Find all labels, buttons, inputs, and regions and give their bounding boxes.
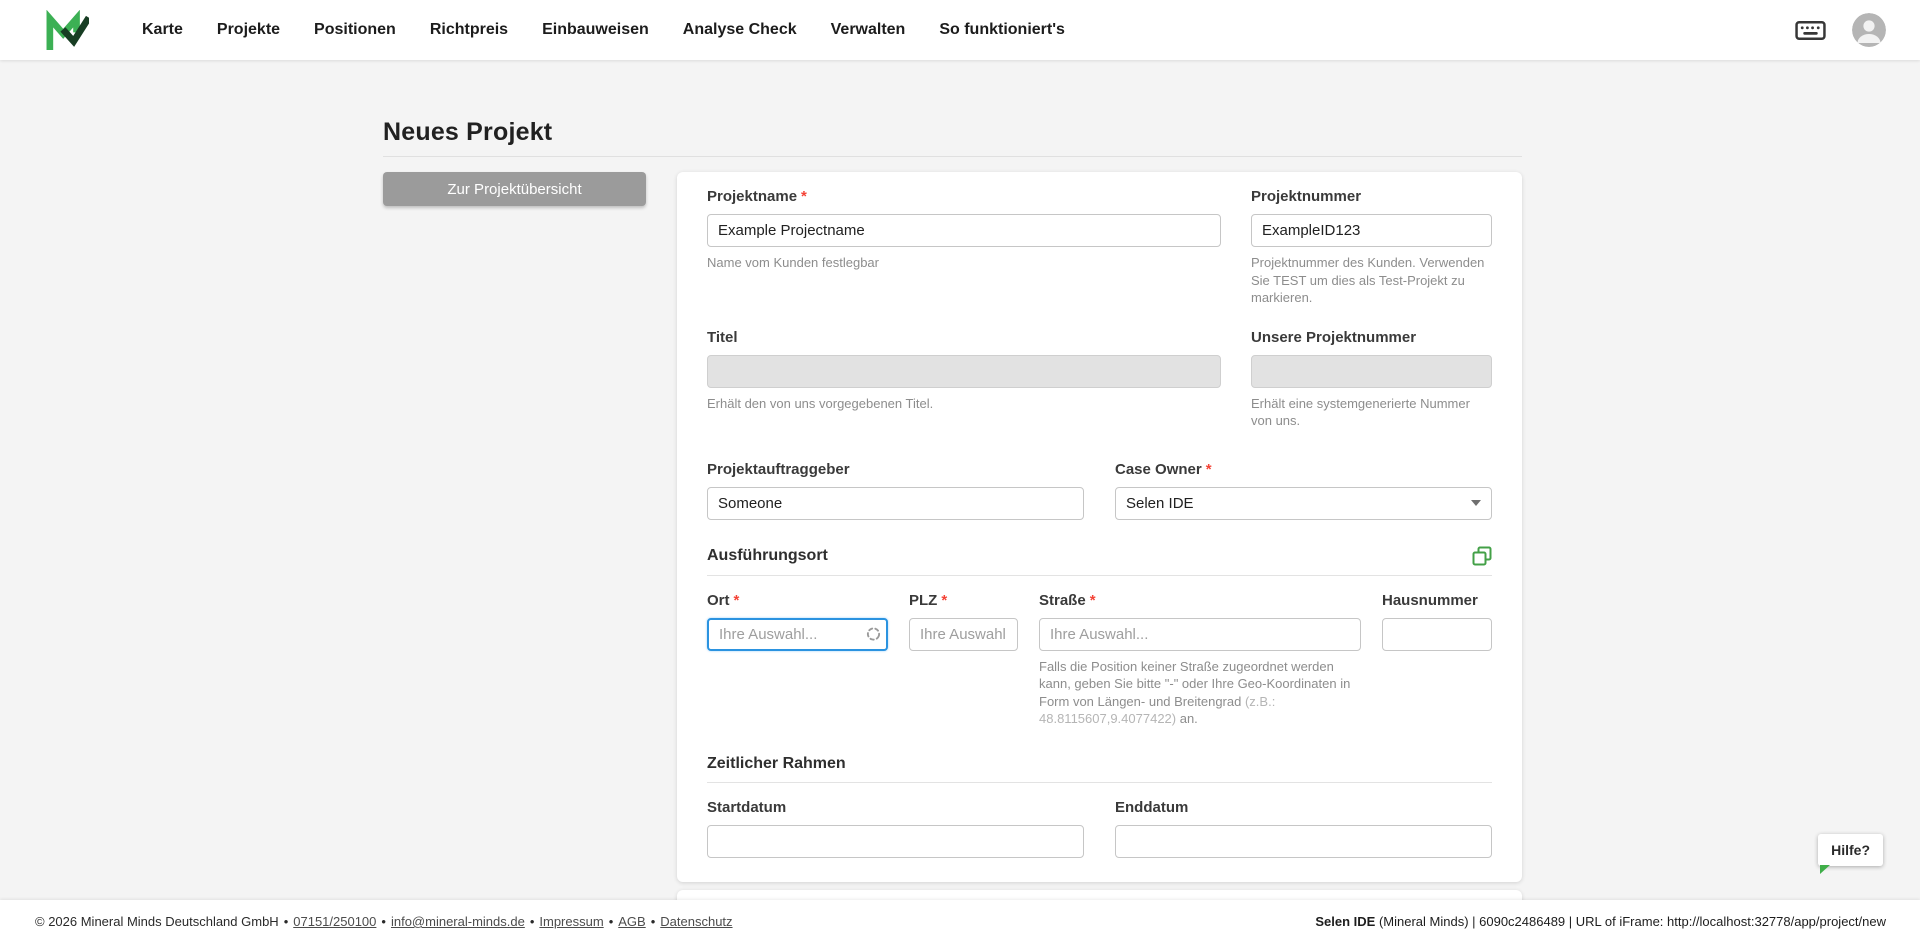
unsere-projektnummer-label: Unsere Projektnummer xyxy=(1251,328,1417,346)
projektauftraggeber-input[interactable] xyxy=(707,486,1084,520)
copy-icon[interactable] xyxy=(1472,546,1492,566)
projektnummer-input[interactable] xyxy=(1251,214,1492,247)
hausnummer-label: Hausnummer xyxy=(1382,591,1478,609)
required-asterisk: * xyxy=(941,591,948,609)
footer-copyright: © 2026 Mineral Minds Deutschland GmbH xyxy=(35,914,279,929)
required-asterisk: * xyxy=(733,591,740,609)
required-asterisk: * xyxy=(1205,460,1212,478)
section-divider xyxy=(707,781,1492,783)
footer-separator: • xyxy=(283,914,289,929)
titel-helper-text: Erhält den von uns vorgegebenen Titel. xyxy=(707,395,934,411)
section-title-zeitlicher-rahmen: Zeitlicher Rahmen xyxy=(707,754,846,772)
user-avatar-icon[interactable] xyxy=(1852,13,1886,47)
projektnummer-label: Projektnummer xyxy=(1251,188,1362,205)
projektnummer-helper-text: Projektnummer des Kunden. Verwenden Sie … xyxy=(1251,255,1485,305)
projektname-helper-text: Name vom Kunden festlegbar xyxy=(707,255,879,270)
section-title-ausfuehrungsort: Ausführungsort xyxy=(707,546,828,564)
footer-separator: • xyxy=(529,914,535,929)
footer-link-datenschutz[interactable]: Datenschutz xyxy=(660,914,732,929)
footer-link-agb[interactable]: AGB xyxy=(618,914,645,929)
startdatum-label: Startdatum xyxy=(707,798,787,816)
nav-item-positionen[interactable]: Positionen xyxy=(297,13,413,47)
case-owner-selected-value: Selen IDE xyxy=(1126,494,1194,512)
strasse-label: Straße * xyxy=(1039,591,1096,609)
help-button[interactable]: Hilfe? xyxy=(1818,834,1883,874)
case-owner-select[interactable]: Selen IDE xyxy=(1115,486,1492,520)
unsere-projektnummer-input xyxy=(1251,354,1492,388)
keyboard-icon[interactable] xyxy=(1795,18,1826,43)
top-navbar: Karte Projekte Positionen Richtpreis Ein… xyxy=(0,0,1920,60)
startdatum-input[interactable] xyxy=(707,824,1084,858)
titel-label: Titel xyxy=(707,328,738,346)
strasse-input[interactable] xyxy=(1039,617,1361,651)
nav-item-so-funktionierts[interactable]: So funktioniert's xyxy=(922,13,1082,47)
projektauftraggeber-label: Projektauftraggeber xyxy=(707,460,850,478)
case-owner-label: Case Owner * xyxy=(1115,460,1212,478)
footer-link-impressum[interactable]: Impressum xyxy=(539,914,603,929)
section-divider xyxy=(707,574,1492,576)
nav-item-projekte[interactable]: Projekte xyxy=(200,13,297,47)
new-project-form-card: Projektname* Name vom Kunden festlegbar … xyxy=(677,172,1522,882)
strasse-helper-text: Falls die Position keiner Straße zugeord… xyxy=(1039,658,1351,727)
plz-label: PLZ * xyxy=(909,591,948,609)
plz-input[interactable] xyxy=(909,617,1018,651)
nav-item-karte[interactable]: Karte xyxy=(125,13,200,47)
main-area: Neues Projekt Zur Projektübersicht Proje… xyxy=(0,60,1920,920)
ort-label: Ort * xyxy=(707,591,740,609)
logo-m-check-icon xyxy=(46,10,89,50)
titel-input xyxy=(707,354,1221,388)
enddatum-input[interactable] xyxy=(1115,824,1492,858)
chevron-down-icon xyxy=(1471,500,1481,506)
main-navigation: Karte Projekte Positionen Richtpreis Ein… xyxy=(125,13,1082,47)
nav-item-verwalten[interactable]: Verwalten xyxy=(814,13,923,47)
title-divider xyxy=(383,156,1522,157)
nav-item-einbauweisen[interactable]: Einbauweisen xyxy=(525,13,666,47)
enddatum-label: Enddatum xyxy=(1115,798,1189,816)
footer-separator: • xyxy=(608,914,614,929)
footer-session-info: Selen IDE (Mineral Minds) | 6090c2486489… xyxy=(1315,914,1886,929)
back-to-project-overview-button[interactable]: Zur Projektübersicht xyxy=(383,172,646,206)
nav-item-richtpreis[interactable]: Richtpreis xyxy=(413,13,525,47)
unsere-projektnummer-helper-text: Erhält eine systemgenerierte Nummer von … xyxy=(1251,395,1470,429)
required-asterisk: * xyxy=(1089,591,1096,609)
footer: © 2026 Mineral Minds Deutschland GmbH • … xyxy=(0,900,1920,943)
ort-input[interactable] xyxy=(707,617,888,651)
footer-session-user: Selen IDE xyxy=(1315,914,1376,929)
footer-legal: © 2026 Mineral Minds Deutschland GmbH • … xyxy=(35,914,733,929)
footer-session-details: (Mineral Minds) | 6090c2486489 | URL of … xyxy=(1375,914,1886,929)
footer-separator: • xyxy=(381,914,386,929)
projektname-input[interactable] xyxy=(707,214,1221,247)
nav-item-analyse-check[interactable]: Analyse Check xyxy=(666,13,814,47)
brand-logo[interactable] xyxy=(45,10,89,50)
footer-separator: • xyxy=(650,914,656,929)
hausnummer-input[interactable] xyxy=(1382,617,1492,651)
footer-link-phone[interactable]: 07151/250100 xyxy=(293,914,376,929)
page-title: Neues Projekt xyxy=(383,118,553,146)
footer-link-email[interactable]: info@mineral-minds.de xyxy=(391,914,525,929)
projektname-label: Projektname * xyxy=(707,188,807,205)
required-asterisk: * xyxy=(801,188,807,205)
